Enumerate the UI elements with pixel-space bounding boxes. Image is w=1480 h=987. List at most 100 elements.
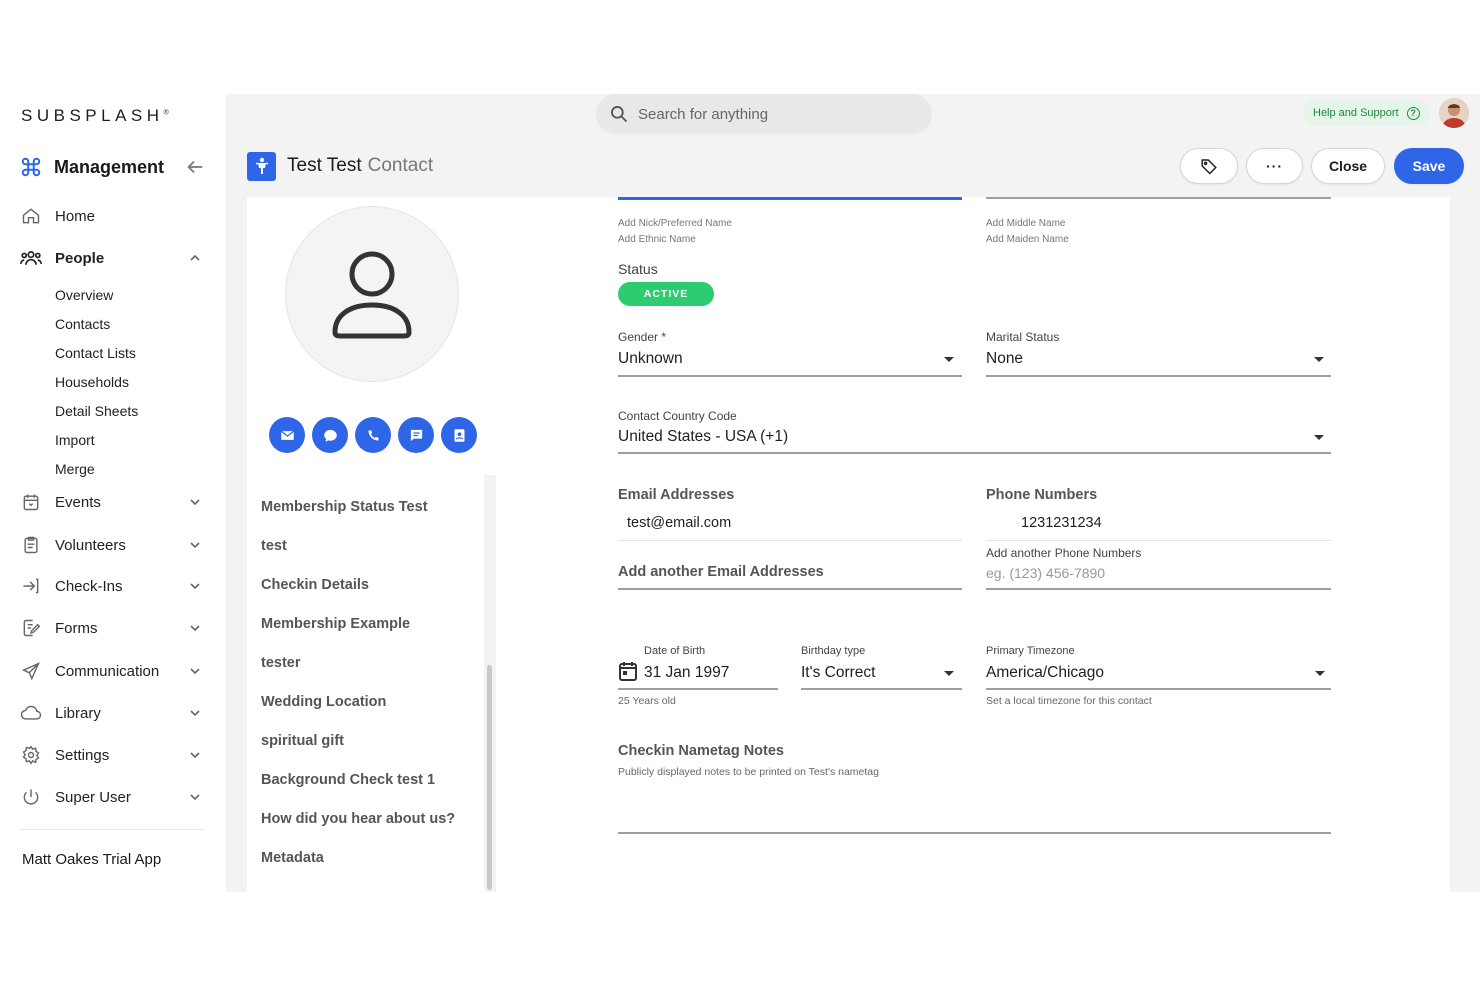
brand-logo[interactable]: SUBSPLASH®: [21, 106, 169, 126]
collapse-sidebar-icon[interactable]: [184, 156, 206, 178]
sidebar-item-settings[interactable]: Settings: [20, 741, 206, 769]
user-avatar[interactable]: [1439, 98, 1469, 128]
marital-status-select[interactable]: None: [986, 350, 1023, 368]
sidebar-item-forms[interactable]: Forms: [20, 614, 206, 642]
contact-actions: [269, 417, 477, 453]
profile-photo[interactable]: [285, 206, 459, 382]
calendar-icon[interactable]: [619, 661, 637, 681]
more-options-button[interactable]: ···: [1246, 148, 1303, 184]
chevron-down-icon: [190, 710, 200, 717]
first-name-field-underline[interactable]: [618, 197, 962, 200]
sidebar-subitem-households[interactable]: Households: [55, 374, 129, 390]
sidebar-subitem-overview[interactable]: Overview: [55, 287, 113, 303]
section-link-metadata[interactable]: Metadata: [261, 850, 324, 866]
sections-scrollbar-thumb[interactable]: [487, 665, 492, 890]
home-icon: [20, 205, 42, 227]
chevron-down-icon: [190, 794, 200, 801]
sidebar-subitem-contacts[interactable]: Contacts: [55, 316, 110, 332]
form-icon: [20, 617, 42, 639]
save-button[interactable]: Save: [1394, 148, 1464, 184]
sidebar-divider: [20, 829, 204, 830]
section-link-membership-example[interactable]: Membership Example: [261, 616, 410, 632]
phone-action-button[interactable]: [355, 417, 391, 453]
sidebar-item-library[interactable]: Library: [20, 699, 206, 727]
section-link-spiritual-gift[interactable]: spiritual gift: [261, 733, 344, 749]
phone-input[interactable]: 1231231234: [1021, 515, 1102, 531]
email-action-button[interactable]: [269, 417, 305, 453]
search-bar[interactable]: [596, 94, 932, 134]
help-and-support-button[interactable]: Help and Support ?: [1303, 100, 1430, 126]
add-maiden-name-link[interactable]: Add Maiden Name: [986, 234, 1069, 245]
add-middle-name-link[interactable]: Add Middle Name: [986, 218, 1065, 229]
cloud-icon: [20, 702, 42, 724]
gender-select[interactable]: Unknown: [618, 350, 683, 368]
add-nick-name-link[interactable]: Add Nick/Preferred Name: [618, 218, 732, 229]
gender-underline: [618, 375, 962, 377]
caret-down-icon[interactable]: [1314, 357, 1324, 362]
caret-down-icon[interactable]: [1314, 435, 1324, 440]
sidebar-subitem-detail-sheets[interactable]: Detail Sheets: [55, 403, 138, 419]
sidebar-item-people[interactable]: People: [20, 244, 206, 272]
contact-card-action-button[interactable]: [441, 417, 477, 453]
add-phone-underline: [986, 588, 1331, 590]
sidebar-item-volunteers[interactable]: Volunteers: [20, 531, 206, 559]
add-email-link[interactable]: Add another Email Addresses: [618, 564, 824, 580]
search-input[interactable]: [638, 105, 908, 123]
send-icon: [20, 660, 42, 682]
record-type: Contact: [367, 155, 434, 176]
sidebar-item-home[interactable]: Home: [20, 202, 206, 230]
phone-underline: [986, 540, 1331, 541]
clipboard-icon: [20, 534, 42, 556]
person-placeholder-icon: [332, 251, 412, 339]
dob-input[interactable]: 31 Jan 1997: [644, 664, 729, 682]
timezone-hint: Set a local timezone for this contact: [986, 695, 1152, 707]
birthday-type-select[interactable]: It's Correct: [801, 664, 875, 682]
section-link-wedding-location[interactable]: Wedding Location: [261, 694, 386, 710]
chat-action-button[interactable]: [312, 417, 348, 453]
status-badge[interactable]: ACTIVE: [618, 282, 714, 306]
sidebar-subitem-contact-lists[interactable]: Contact Lists: [55, 345, 136, 361]
search-icon: [611, 106, 628, 123]
sections-scrollbar[interactable]: [484, 475, 496, 892]
gear-icon: [20, 744, 42, 766]
section-link-tester[interactable]: tester: [261, 655, 301, 671]
person-badge-icon: [247, 151, 276, 181]
section-link-membership-status-test[interactable]: Membership Status Test: [261, 499, 428, 515]
contact-card: Membership Status Test test Checkin Deta…: [247, 197, 1450, 892]
section-link-background-check[interactable]: Background Check test 1: [261, 772, 435, 788]
add-phone-label: Add another Phone Numbers: [986, 546, 1142, 560]
sidebar-item-super-user[interactable]: Super User: [20, 783, 206, 811]
tag-button[interactable]: [1180, 148, 1238, 184]
sidebar-item-events[interactable]: Events: [20, 488, 206, 516]
message-action-button[interactable]: [398, 417, 434, 453]
caret-down-icon[interactable]: [944, 671, 954, 676]
last-name-field-underline[interactable]: [986, 197, 1331, 199]
section-link-test[interactable]: test: [261, 538, 287, 554]
email-input[interactable]: test@email.com: [627, 515, 731, 531]
tag-icon: [1201, 159, 1217, 175]
caret-down-icon[interactable]: [944, 357, 954, 362]
country-code-select[interactable]: United States - USA (+1): [618, 428, 788, 446]
nametag-notes-input[interactable]: [618, 832, 1331, 834]
add-phone-input[interactable]: eg. (123) 456-7890: [986, 565, 1105, 581]
command-icon: [21, 157, 41, 177]
nametag-notes-label: Checkin Nametag Notes: [618, 743, 784, 759]
add-ethnic-name-link[interactable]: Add Ethnic Name: [618, 234, 696, 245]
birthday-type-underline: [801, 688, 962, 690]
sidebar-subitem-import[interactable]: Import: [55, 432, 95, 448]
birthday-type-label: Birthday type: [801, 645, 866, 657]
email-addresses-label: Email Addresses: [618, 487, 735, 503]
timezone-select[interactable]: America/Chicago: [986, 664, 1104, 682]
nametag-notes-hint: Publicly displayed notes to be printed o…: [618, 766, 879, 778]
sidebar-subitem-merge[interactable]: Merge: [55, 461, 95, 477]
power-icon: [20, 786, 42, 808]
section-link-how-did-you-hear[interactable]: How did you hear about us?: [261, 811, 455, 827]
sidebar-item-communication[interactable]: Communication: [20, 657, 206, 685]
dob-label: Date of Birth: [644, 645, 706, 657]
app-name[interactable]: Matt Oakes Trial App: [22, 851, 161, 868]
caret-down-icon[interactable]: [1315, 671, 1325, 676]
sidebar-item-check-ins[interactable]: Check-Ins: [20, 572, 206, 600]
section-link-checkin-details[interactable]: Checkin Details: [261, 577, 369, 593]
close-button[interactable]: Close: [1311, 148, 1385, 184]
app-window: SUBSPLASH® Management Home People Overvi…: [0, 94, 1480, 892]
